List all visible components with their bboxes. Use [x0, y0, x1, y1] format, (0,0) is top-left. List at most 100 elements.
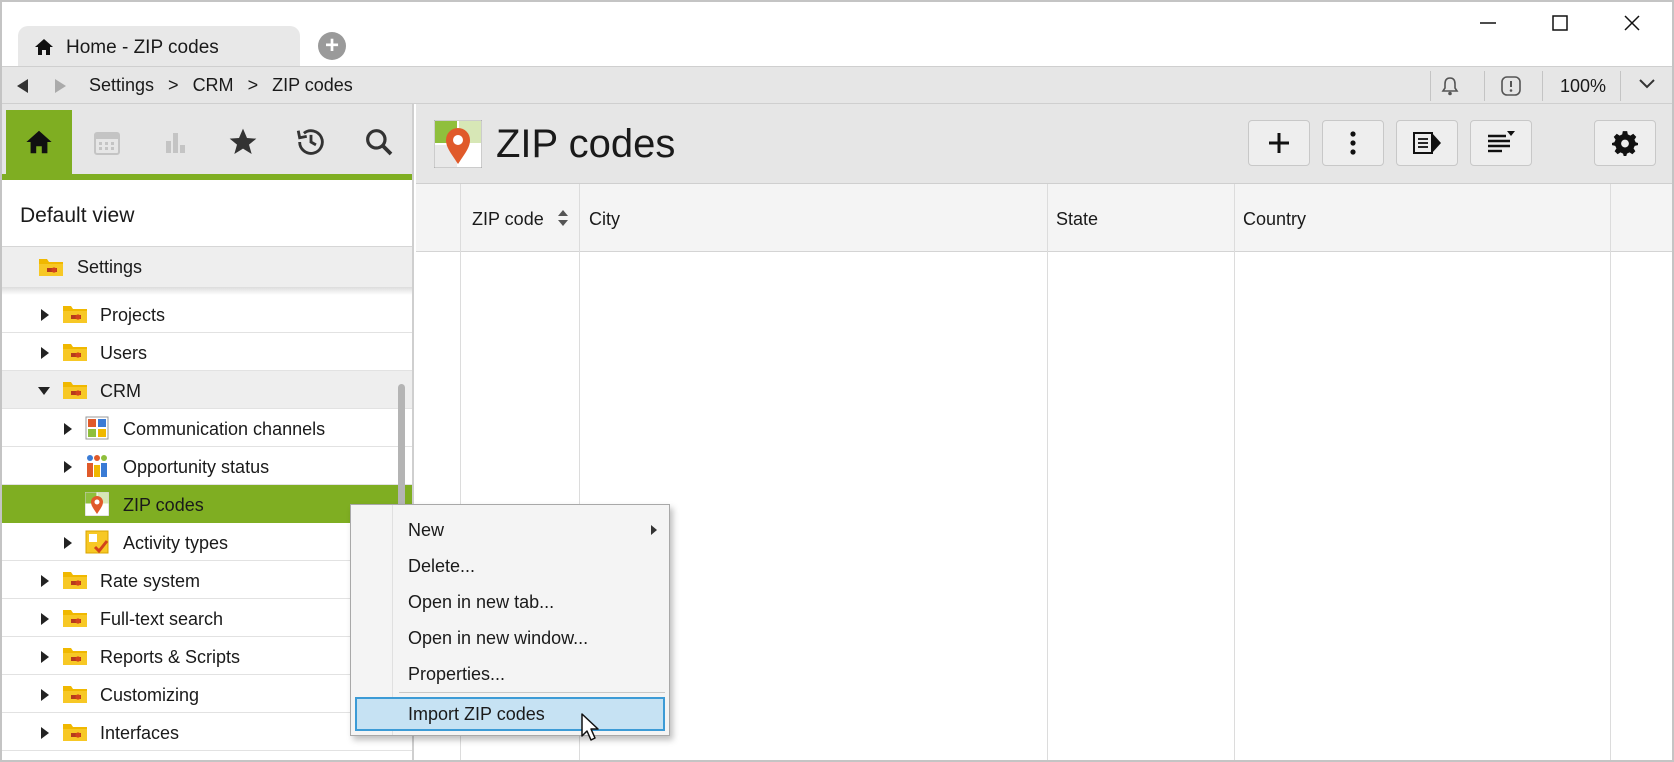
breadcrumb-separator: >: [168, 75, 179, 95]
folder-icon: [62, 340, 88, 362]
chevron-down-icon[interactable]: [1638, 77, 1656, 96]
opportunity-icon: [85, 454, 111, 477]
close-icon[interactable]: [1612, 8, 1652, 38]
context-menu: New Delete... Open in new tab... Open in…: [350, 504, 670, 736]
menu-item-label: Open in new window...: [408, 628, 589, 648]
zoom-level[interactable]: 100%: [1560, 76, 1606, 97]
folder-icon: [62, 682, 88, 704]
map-pin-icon: [433, 119, 483, 169]
page-title: ZIP codes: [496, 122, 676, 166]
history-icon[interactable]: [278, 110, 344, 174]
expand-arrow-right-icon[interactable]: [41, 347, 49, 359]
forward-arrow-icon[interactable]: [52, 77, 68, 95]
menu-separator: [399, 692, 665, 693]
menu-item-new[interactable]: New: [355, 513, 665, 547]
expand-arrow-right-icon[interactable]: [41, 727, 49, 739]
tree-item-projects[interactable]: Projects: [0, 295, 412, 333]
tree-item-label: CRM: [100, 381, 141, 401]
sort-lines-icon: [1488, 131, 1515, 153]
column-header-country[interactable]: Country: [1243, 209, 1306, 230]
settings-gear-icon: [1612, 131, 1638, 156]
preview-pane-button[interactable]: [1396, 120, 1458, 166]
divider: [1484, 71, 1485, 101]
tree-item-label: Reports & Scripts: [100, 647, 241, 667]
tree-item-crm[interactable]: CRM: [0, 371, 412, 409]
folder-icon: [62, 568, 88, 590]
tree-item-label: Interfaces: [100, 723, 180, 743]
minimize-icon[interactable]: [1468, 8, 1508, 38]
menu-item-delete[interactable]: Delete...: [355, 549, 665, 583]
folder-icon: [62, 378, 88, 400]
search-icon[interactable]: [346, 110, 412, 174]
more-vertical-icon: [1350, 131, 1356, 155]
folder-icon: [62, 606, 88, 628]
add-button[interactable]: [1248, 120, 1310, 166]
expand-arrow-right-icon[interactable]: [41, 575, 49, 587]
tree-item-label: Customizing: [100, 685, 200, 705]
expand-arrow-right-icon[interactable]: [41, 651, 49, 663]
nav-accent-bar: [0, 174, 412, 180]
expand-arrow-right-icon[interactable]: [41, 689, 49, 701]
tree-item-users[interactable]: Users: [0, 333, 412, 371]
home-icon: [34, 37, 56, 59]
menu-item-open-in-new-tab[interactable]: Open in new tab...: [355, 585, 665, 619]
expand-arrow-right-icon[interactable]: [64, 537, 72, 549]
calendar-icon[interactable]: [74, 110, 140, 174]
settings-button[interactable]: [1594, 120, 1656, 166]
expand-arrow-right-icon[interactable]: [41, 309, 49, 321]
submenu-arrow-icon: [651, 525, 657, 535]
maximize-icon[interactable]: [1540, 8, 1580, 38]
divider: [0, 287, 412, 295]
info-alert-icon[interactable]: [1500, 75, 1522, 102]
tree-root-settings[interactable]: Settings: [0, 247, 412, 287]
tree-item-label: Users: [100, 343, 148, 363]
breadcrumb-zip-codes[interactable]: ZIP codes: [272, 75, 353, 96]
sort-arrows-icon[interactable]: [556, 208, 570, 233]
title-bar: Home - ZIP codes +: [0, 0, 1674, 70]
divider: [1620, 71, 1621, 101]
menu-item-properties[interactable]: Properties...: [355, 657, 665, 691]
browser-tab[interactable]: Home - ZIP codes: [18, 26, 300, 70]
menu-item-label: Import ZIP codes: [408, 704, 545, 724]
tree-item-label: Activity types: [123, 533, 229, 553]
column-header-city[interactable]: City: [589, 209, 620, 230]
breadcrumb: Settings > CRM > ZIP codes: [89, 75, 367, 96]
breadcrumb-settings[interactable]: Settings: [89, 75, 154, 96]
preview-pane-icon: [1413, 132, 1441, 154]
tree-item-label: Communication channels: [123, 419, 326, 439]
column-header-zip-code[interactable]: ZIP code: [472, 209, 544, 230]
more-button[interactable]: [1322, 120, 1384, 166]
tree-item-communication-channels[interactable]: Communication channels: [0, 409, 412, 447]
expand-arrow-down-icon[interactable]: [38, 387, 50, 395]
page-header: ZIP codes: [416, 104, 1674, 184]
tree-item-opportunity-status[interactable]: Opportunity status: [0, 447, 412, 485]
bell-icon[interactable]: [1440, 75, 1460, 102]
star-icon[interactable]: [210, 110, 276, 174]
map-pin-icon: [84, 491, 111, 517]
tree-item-label: ZIP codes: [123, 495, 204, 515]
folder-icon: [62, 720, 88, 742]
chart-icon[interactable]: [142, 110, 208, 174]
plus-circle-icon[interactable]: +: [318, 32, 346, 60]
menu-item-import-zip-codes[interactable]: Import ZIP codes: [355, 697, 665, 731]
tree-root-label: Settings: [77, 257, 143, 277]
sort-button[interactable]: [1470, 120, 1532, 166]
view-selector[interactable]: Default view: [20, 204, 134, 228]
back-arrow-icon[interactable]: [14, 77, 30, 95]
tab-title: Home - ZIP codes: [66, 37, 219, 58]
menu-item-label: Properties...: [408, 664, 506, 684]
menu-item-label: Open in new tab...: [408, 592, 555, 612]
menu-item-label: Delete...: [408, 556, 476, 576]
home-icon[interactable]: [6, 110, 72, 174]
column-header-state[interactable]: State: [1056, 209, 1098, 230]
menu-item-open-in-new-window[interactable]: Open in new window...: [355, 621, 665, 655]
breadcrumb-crm[interactable]: CRM: [193, 75, 234, 96]
tree-item-label: Opportunity status: [123, 457, 270, 477]
expand-arrow-right-icon[interactable]: [41, 613, 49, 625]
mouse-cursor-icon: [580, 712, 602, 747]
tree-item-label: Projects: [100, 305, 166, 325]
folder-icon: [62, 644, 88, 666]
expand-arrow-right-icon[interactable]: [64, 461, 72, 473]
expand-arrow-right-icon[interactable]: [64, 423, 72, 435]
add-icon: [1269, 133, 1289, 153]
